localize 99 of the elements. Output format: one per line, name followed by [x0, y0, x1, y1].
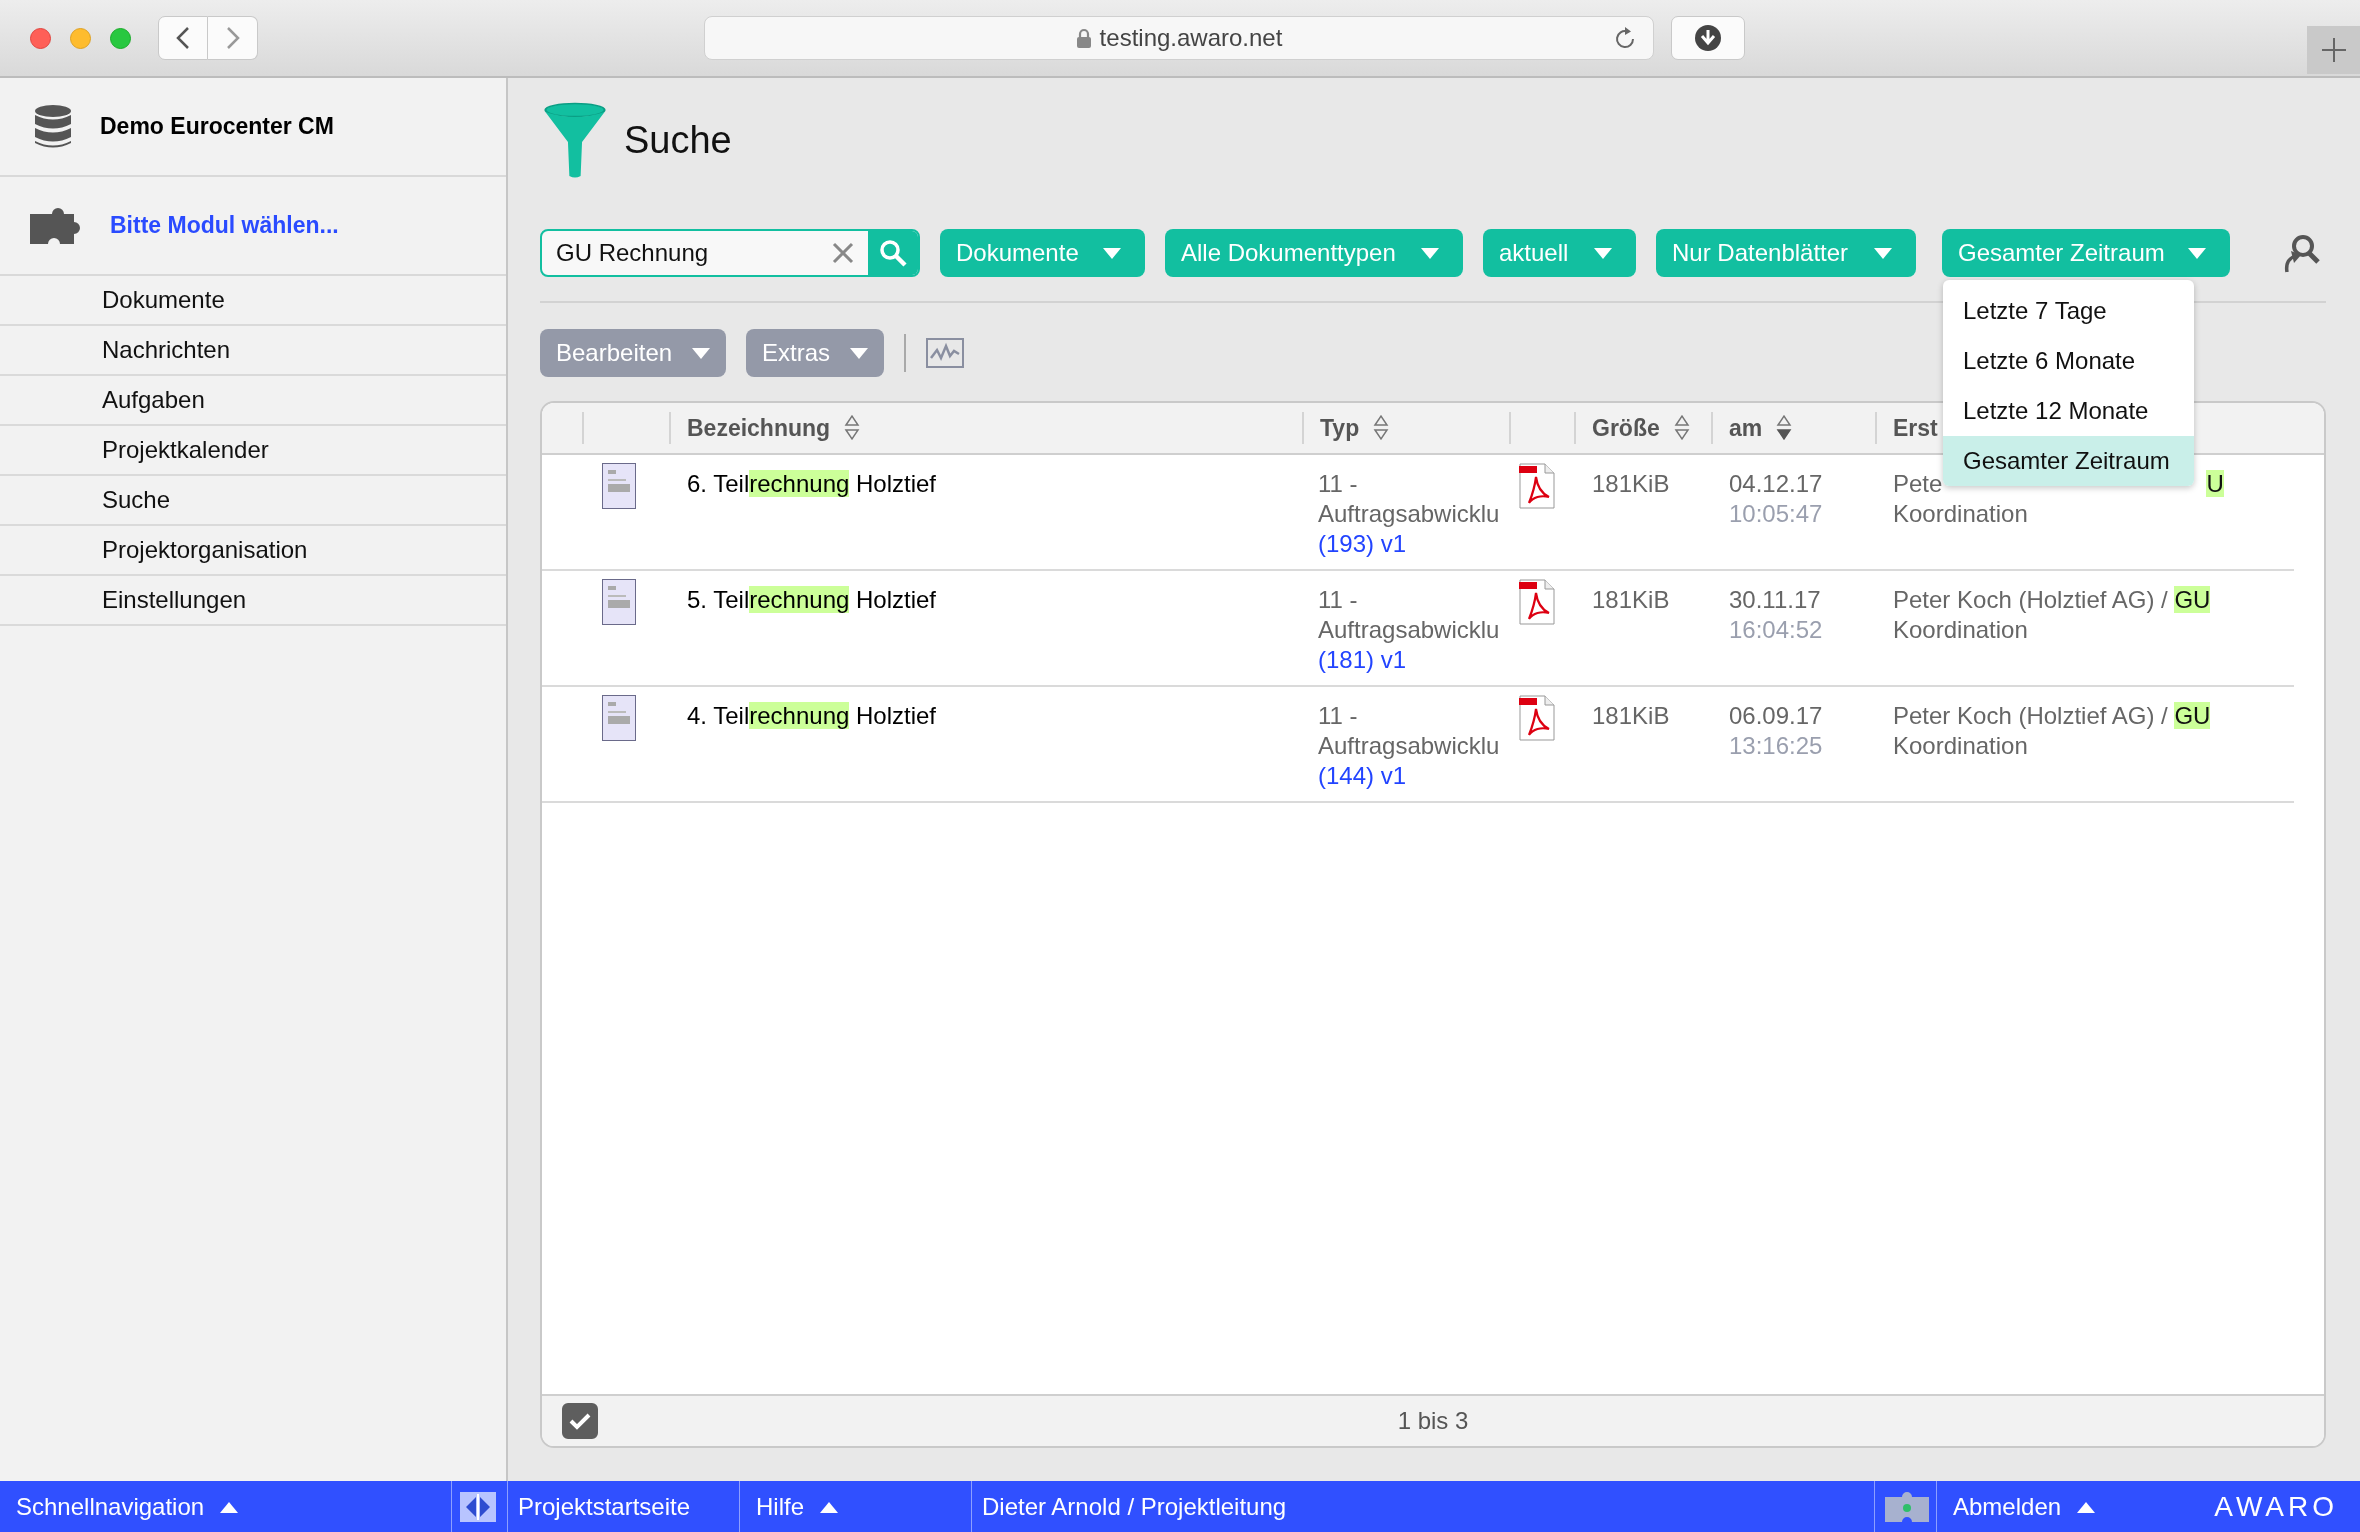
table-cell-text: Auftragsabwicklu: [1318, 731, 1501, 761]
caret-icon: [1421, 247, 1439, 259]
table-cell-text: Auftragsabwicklu: [1318, 499, 1501, 529]
pdf-icon: [1519, 463, 1555, 509]
lock-icon: [1075, 28, 1092, 48]
table-cell: Peter Koch (Holztief AG) / GU: [1893, 585, 2211, 615]
project-name: Demo Eurocenter CM: [100, 113, 334, 140]
search-input[interactable]: GU Rechnung: [542, 238, 832, 268]
table-cell: 181KiB: [1592, 586, 1670, 613]
table-cell-text: Auftragsabwicklu: [1318, 615, 1501, 645]
caret-icon: [820, 1500, 838, 1513]
caret-icon: [1594, 247, 1612, 259]
pdf-icon: [1519, 695, 1555, 741]
sort-icon[interactable]: [1673, 414, 1690, 442]
column-header[interactable]: Bezeichnung: [687, 414, 831, 442]
sidebar-item[interactable]: Einstellungen: [0, 576, 506, 626]
table-cell: 181KiB: [1592, 702, 1670, 729]
menu-option[interactable]: Gesamter Zeitraum: [1943, 436, 2194, 486]
checkmark-icon: [568, 1411, 592, 1431]
home-link[interactable]: Projektstartseite: [518, 1492, 691, 1521]
maximize-button[interactable]: [110, 27, 131, 49]
table-cell: 181KiB: [1592, 470, 1670, 497]
download-button[interactable]: [1671, 16, 1745, 60]
plus-icon: [2320, 37, 2347, 63]
sidebar-item[interactable]: Suche: [0, 476, 506, 526]
sort-icon[interactable]: [1373, 414, 1390, 442]
table-cell-text: 6. Teilrechnung Holztief: [686, 469, 938, 499]
table-cell-text: Koordination: [1893, 499, 2029, 529]
sidebar-item[interactable]: Nachrichten: [0, 326, 506, 376]
table-cell: Pete: [1893, 469, 1943, 499]
sidebar-item[interactable]: Aufgaben: [0, 376, 506, 426]
sidebar-item[interactable]: Dokumente: [0, 276, 506, 326]
document-thumbnail-icon: [602, 463, 636, 509]
menu-option[interactable]: Letzte 6 Monate: [1943, 336, 2194, 386]
back-button[interactable]: [158, 16, 208, 60]
table-cell-text: 06.09.17: [1729, 701, 1824, 731]
download-icon: [1694, 24, 1722, 52]
table-cell-text: Koordination: [1893, 731, 2029, 761]
help-menu[interactable]: Hilfe: [756, 1492, 804, 1521]
database-icon: [34, 103, 72, 150]
clear-icon[interactable]: [832, 242, 854, 264]
new-tab-button[interactable]: [2307, 26, 2360, 74]
chevron-left-icon: [176, 26, 190, 50]
table-cell-text: 11 -: [1318, 701, 1359, 731]
page-count: 1 bis 3: [1397, 1407, 1469, 1434]
sort-icon[interactable]: [844, 414, 861, 442]
column-header[interactable]: Größe: [1592, 414, 1660, 442]
puzzle-icon[interactable]: [1885, 1491, 1929, 1522]
sort-icon[interactable]: [1776, 414, 1793, 442]
table-cell-text: 5. Teilrechnung Holztief: [686, 585, 938, 615]
document-thumbnail-icon: [602, 695, 636, 741]
sidebar-item[interactable]: Projektkalender: [0, 426, 506, 476]
table-cell: Peter Koch (Holztief AG) / GU: [1893, 701, 2211, 731]
search-field[interactable]: GU Rechnung: [540, 229, 920, 277]
table-cell-text: 30.11.17: [1729, 585, 1822, 615]
column-header[interactable]: Erst: [1893, 414, 1938, 442]
logout-menu[interactable]: Abmelden: [1953, 1492, 2062, 1521]
column-header[interactable]: am: [1729, 414, 1763, 442]
caret-icon: [1103, 247, 1121, 259]
caret-icon: [220, 1500, 239, 1513]
table-cell-text: 11 -: [1318, 469, 1359, 499]
funnel-icon: [544, 102, 606, 178]
caret-icon: [2188, 247, 2206, 259]
table-cell-text: 4. Teilrechnung Holztief: [686, 701, 938, 731]
menu-option[interactable]: Letzte 7 Tage: [1943, 286, 2194, 336]
reload-icon[interactable]: [1613, 27, 1637, 51]
panel-toggle-icon[interactable]: [460, 1491, 496, 1522]
quick-nav-menu[interactable]: Schnellnavigation: [16, 1492, 205, 1521]
table-cell-text: Koordination: [1893, 615, 2029, 645]
search-button[interactable]: [868, 231, 918, 275]
table-cell-text: 04.12.17: [1729, 469, 1824, 499]
sidebar-item[interactable]: Projektorganisation: [0, 526, 506, 576]
pdf-icon: [1519, 579, 1555, 625]
address-bar[interactable]: testing.awaro.net: [704, 16, 1654, 60]
chevron-right-icon: [225, 26, 240, 50]
column-header[interactable]: Typ: [1320, 414, 1360, 442]
caret-icon: [850, 347, 869, 359]
table-cell-text: 13:16:25: [1729, 731, 1824, 761]
table-cell-text: 16:04:52: [1729, 615, 1824, 645]
version-link[interactable]: (144) v1: [1318, 761, 1509, 791]
module-link[interactable]: Bitte Modul wählen...: [110, 212, 339, 239]
puzzle-icon: [30, 207, 82, 244]
search-icon: [879, 239, 907, 267]
caret-icon: [692, 347, 711, 359]
version-link[interactable]: (181) v1: [1318, 645, 1509, 675]
version-link[interactable]: (193) v1: [1318, 529, 1509, 559]
checkbox[interactable]: [562, 1403, 598, 1439]
page-title: Suche: [624, 118, 732, 162]
close-button[interactable]: [30, 27, 51, 49]
table-cell-text: 10:05:47: [1729, 499, 1824, 529]
awaro-logo: AWARO: [2214, 1490, 2338, 1523]
caret-icon: [2077, 1500, 2096, 1513]
menu-option[interactable]: Letzte 12 Monate: [1943, 386, 2194, 436]
table-cell-text: 11 -: [1318, 585, 1359, 615]
user-role: Dieter Arnold / Projektleitung: [982, 1492, 1287, 1521]
chart-icon[interactable]: [926, 338, 965, 368]
caret-icon: [1874, 247, 1892, 259]
table-cell: U: [2206, 469, 2224, 499]
document-thumbnail-icon: [602, 579, 636, 625]
